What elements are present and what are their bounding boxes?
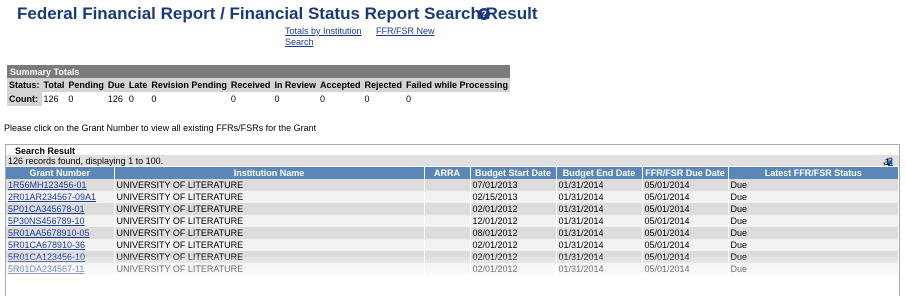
help-icon[interactable]: ? — [478, 8, 490, 20]
ffr-fsr-new-link[interactable]: FFR/FSR New — [376, 26, 435, 36]
end-cell: 01/31/2014 — [556, 203, 643, 215]
inst-cell: UNIVERSITY OF LITERATURE — [114, 203, 425, 215]
summary-count: 0 — [68, 94, 74, 104]
column-header[interactable]: Budget Start Date — [470, 167, 557, 179]
summary-count: 0 — [364, 94, 370, 104]
arra-cell — [424, 239, 471, 251]
summary-column-header: Rejected — [362, 78, 404, 92]
table-row: 5P01CA345678-01 UNIVERSITY OF LITERATURE 0… — [6, 203, 899, 215]
grant-number-link[interactable]: 5P01CA345678-01 — [8, 204, 85, 214]
arra-cell — [424, 179, 471, 191]
status-cell: Due — [728, 215, 899, 227]
status-cell: Due — [728, 239, 899, 251]
table-row: 1R56MH123456-01 UNIVERSITY OF LITERATURE 0… — [6, 179, 899, 191]
status-cell: Due — [728, 227, 899, 239]
grant-number-cell: 5R01CA678910-36 — [6, 239, 115, 251]
arra-cell — [424, 227, 471, 239]
summary-column-header: Failed while Processing — [404, 78, 511, 92]
summary-count: 0 — [151, 94, 157, 104]
start-cell: 02/15/2013 — [470, 191, 557, 203]
end-cell: 01/31/2014 — [556, 179, 643, 191]
summary-column-header: In Review — [272, 78, 318, 92]
column-header[interactable]: Institution Name — [114, 167, 425, 179]
status-cell: Due — [728, 179, 899, 191]
grant-number-link[interactable]: 5R01AA5678910-05 — [8, 228, 90, 238]
table-row: 2R01AR234567-09A1 UNIVERSITY OF LITERATUR… — [6, 191, 899, 203]
inst-cell: UNIVERSITY OF LITERATURE — [114, 239, 425, 251]
records-bar: 126 records found, displaying 1 to 100. … — [6, 155, 899, 167]
end-cell: 01/31/2014 — [556, 227, 643, 239]
arra-cell — [424, 191, 471, 203]
status-label: Status: — [7, 78, 42, 92]
page-title: Federal Financial Report / Financial Sta… — [17, 4, 538, 23]
start-cell: 12/01/2012 — [470, 215, 557, 227]
summary-count: 0 — [230, 94, 236, 104]
summary-column-header: Revision Pending — [149, 78, 229, 92]
summary-totals-table: Summary Totals Status: Total Pending Due La… — [7, 65, 511, 106]
column-header[interactable]: Grant Number — [6, 167, 115, 179]
search-result-panel: Search Result 126 records found, display… — [5, 144, 900, 296]
table-row: 5R01CA678910-36 UNIVERSITY OF LITERATURE 0… — [6, 239, 899, 251]
summary-count: 126 — [43, 94, 59, 104]
due-cell: 05/01/2014 — [642, 215, 729, 227]
table-row: 5R01AA5678910-05 UNIVERSITY OF LITERATURE… — [6, 227, 899, 239]
status-cell: Due — [728, 203, 899, 215]
fade-overlay — [6, 257, 899, 296]
inst-cell: UNIVERSITY OF LITERATURE — [114, 215, 425, 227]
due-cell: 05/01/2014 — [642, 191, 729, 203]
start-cell: 08/01/2012 — [470, 227, 557, 239]
column-header[interactable]: ARRA — [424, 167, 471, 179]
summary-count: 126 — [107, 94, 123, 104]
arra-cell — [424, 215, 471, 227]
start-cell: 02/01/2012 — [470, 203, 557, 215]
start-cell: 02/01/2012 — [470, 239, 557, 251]
summary-column-header: Late — [126, 78, 150, 92]
summary-column-header: Total — [41, 78, 67, 92]
column-header[interactable]: FFR/FSR Due Date — [642, 167, 729, 179]
records-count-text: 126 records found, displaying 1 to 100. — [8, 156, 164, 166]
summary-count: 0 — [319, 94, 325, 104]
grant-number-link[interactable]: 5R01CA678910-36 — [8, 240, 85, 250]
summary-column-header: Received — [228, 78, 273, 92]
end-cell: 01/31/2014 — [556, 191, 643, 203]
arra-cell — [424, 203, 471, 215]
summary-count: 0 — [274, 94, 280, 104]
grant-number-link[interactable]: 1R56MH123456-01 — [8, 180, 87, 190]
column-header[interactable]: Latest FFR/FSR Status — [728, 167, 899, 179]
grant-number-cell: 2R01AR234567-09A1 — [6, 191, 115, 203]
inst-cell: UNIVERSITY OF LITERATURE — [114, 179, 425, 191]
summary-column-header: Accepted — [317, 78, 363, 92]
totals-by-institution-link[interactable]: Totals by Institution — [285, 26, 362, 36]
summary-count: 0 — [128, 94, 134, 104]
totals-by-institution-link-line2[interactable]: Search — [285, 37, 314, 47]
table-row: 5P30NS456789-10 UNIVERSITY OF LITERATURE 1… — [6, 215, 899, 227]
end-cell: 01/31/2014 — [556, 215, 643, 227]
column-header[interactable]: Budget End Date — [556, 167, 643, 179]
grant-number-cell: 5R01AA5678910-05 — [6, 227, 115, 239]
pager: 1, 2 → ⇥ — [882, 156, 894, 167]
grant-number-cell: 1R56MH123456-01 — [6, 179, 115, 191]
start-cell: 07/01/2013 — [470, 179, 557, 191]
instructions-text: Please click on the Grant Number to view… — [4, 123, 317, 133]
inst-cell: UNIVERSITY OF LITERATURE — [114, 227, 425, 239]
grant-number-link[interactable]: 5P30NS456789-10 — [8, 216, 85, 226]
inst-cell: UNIVERSITY OF LITERATURE — [114, 191, 425, 203]
summary-title: Summary Totals — [7, 65, 511, 78]
due-cell: 05/01/2014 — [642, 179, 729, 191]
status-cell: Due — [728, 191, 899, 203]
due-cell: 05/01/2014 — [642, 227, 729, 239]
summary-column-header: Due — [105, 78, 127, 92]
due-cell: 05/01/2014 — [642, 203, 729, 215]
summary-column-header: Pending — [66, 78, 106, 92]
due-cell: 05/01/2014 — [642, 239, 729, 251]
summary-count: 0 — [406, 94, 412, 104]
grant-number-cell: 5P30NS456789-10 — [6, 215, 115, 227]
count-label: Count: — [7, 92, 42, 106]
grant-number-link[interactable]: 2R01AR234567-09A1 — [8, 192, 96, 202]
end-cell: 01/31/2014 — [556, 239, 643, 251]
grant-number-cell: 5P01CA345678-01 — [6, 203, 115, 215]
